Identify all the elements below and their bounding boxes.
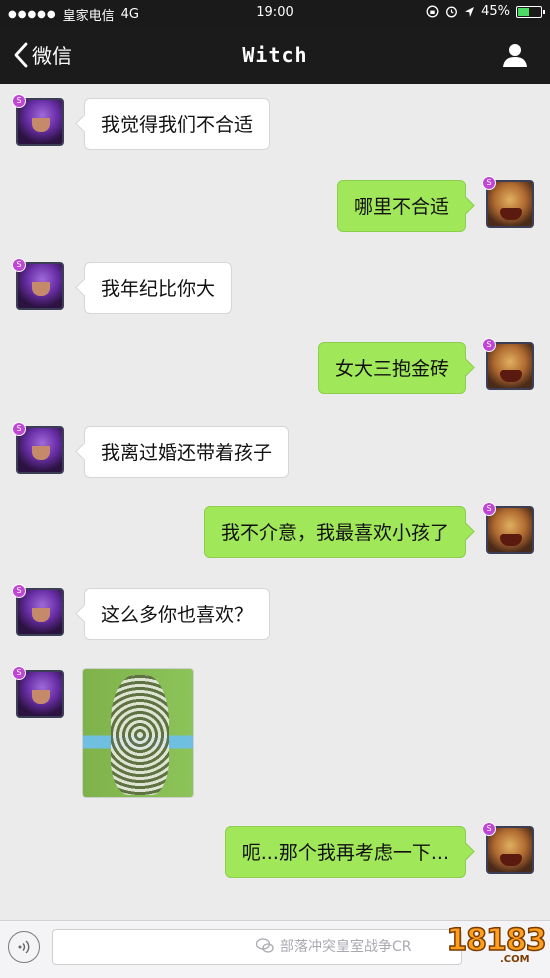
watermark-text: 部落冲突皇室战争CR [280, 939, 412, 955]
logo-18183: 18183 [446, 922, 548, 959]
status-right: 45% [426, 4, 545, 19]
location-icon [465, 6, 475, 17]
battery-percent: 45% [481, 4, 510, 19]
lock-rotation-icon [426, 5, 439, 18]
message-bubble-sent[interactable]: 女大三抱金砖 [317, 342, 466, 394]
logo-suffix: .COM [500, 954, 530, 965]
alarm-icon [446, 6, 458, 18]
message-bubble-received[interactable]: 这么多你也喜欢？ [84, 588, 271, 640]
skeleton-army-image [111, 675, 169, 795]
battery-fill [518, 7, 529, 16]
message-bubble-received[interactable]: 我觉得我们不合适 [84, 98, 271, 150]
voice-button[interactable] [8, 931, 40, 963]
watermark: 部落冲突皇室战争CR [256, 936, 412, 956]
level-badge-icon: S [482, 822, 496, 836]
level-badge-icon: S [482, 338, 496, 352]
chat-title: Witch [242, 43, 308, 67]
chat-area[interactable]: S 我觉得我们不合适 哪里不合适 S S 我年纪比你大 女大三抱金砖 S S 我… [0, 84, 550, 920]
message-bubble-received[interactable]: 我年纪比你大 [84, 262, 233, 314]
nav-bar: 微信 Witch [0, 26, 550, 84]
message-bubble-sent[interactable]: 我不介意，我最喜欢小孩了 [203, 506, 466, 558]
battery-icon [516, 5, 545, 18]
level-badge-icon: S [12, 422, 26, 436]
status-bar: ●●●●● 皇家电信 4G 19:00 45% [0, 0, 550, 26]
level-badge-icon: S [12, 666, 26, 680]
person-icon[interactable] [502, 42, 528, 68]
level-badge-icon: S [12, 258, 26, 272]
wechat-icon [256, 938, 274, 953]
message-bubble-sent[interactable]: 哪里不合适 [336, 180, 466, 232]
voice-icon [18, 940, 30, 954]
message-bubble-received[interactable]: 我离过婚还带着孩子 [84, 426, 290, 478]
level-badge-icon: S [12, 584, 26, 598]
image-message[interactable] [82, 668, 194, 798]
message-bubble-sent[interactable]: 呃...那个我再考虑一下... [224, 826, 466, 878]
level-badge-icon: S [482, 176, 496, 190]
level-badge-icon: S [12, 94, 26, 108]
level-badge-icon: S [482, 502, 496, 516]
